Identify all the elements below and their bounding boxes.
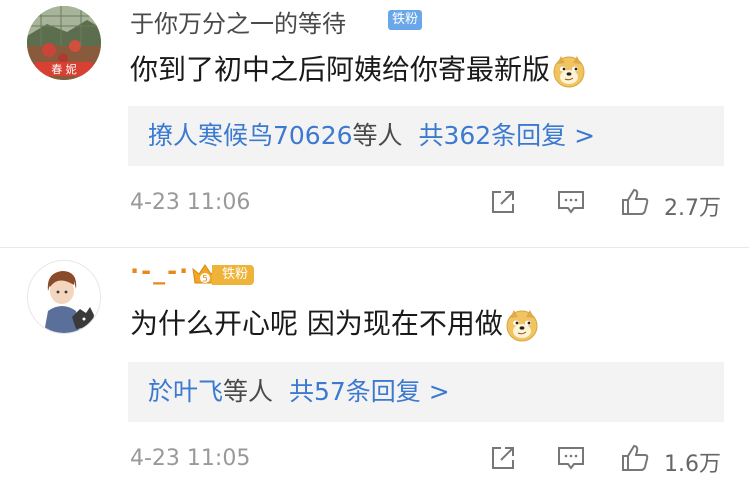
comment-item: ·-_-· 5 铁粉 为什么开心呢 因为现在不用做 於叶飞等人 共57条回复 >… [0,255,749,500]
comment-text: 为什么开心呢 因为现在不用做 [130,302,539,342]
avatar-caption: 春 妮 [51,62,77,76]
reply-etc: 等人 [223,377,274,406]
comment-text: 你到了初中之后阿姨给你寄最新版 [130,48,586,88]
share-icon[interactable] [488,187,518,217]
reply-etc: 等人 [352,121,403,150]
timestamp: 4-23 11:06 [130,190,251,215]
doge-emoji-icon [553,56,585,88]
avatar[interactable] [27,260,101,334]
comment-icon[interactable] [556,187,586,217]
comment-text-content: 为什么开心呢 因为现在不用做 [130,307,503,340]
timestamp: 4-23 11:05 [130,446,251,471]
reply-users[interactable]: 於叶飞 [148,377,223,406]
reply-summary[interactable]: 於叶飞等人 共57条回复 > [128,362,724,422]
comment-icon[interactable] [556,443,586,473]
comment-text-content: 你到了初中之后阿姨给你寄最新版 [130,53,551,86]
like-icon[interactable] [620,443,650,473]
divider [0,247,749,248]
fan-badge-label: 铁粉 [212,265,255,285]
doge-emoji-icon [506,310,538,342]
fan-badge: 铁粉 [388,10,423,30]
username[interactable]: 于你万分之一的等待 [130,4,346,39]
reply-total-link[interactable]: 共57条回复 > [289,377,450,406]
like-icon[interactable] [620,187,650,217]
reply-total-link[interactable]: 共362条回复 > [418,121,595,150]
reply-summary[interactable]: 撩人寒候鸟70626等人 共362条回复 > [128,106,724,166]
svg-text:5: 5 [202,275,208,285]
comment-item: 春 妮 于你万分之一的等待 铁粉 你到了初中之后阿姨给你寄最新版 撩人寒候鸟70… [0,0,749,245]
avatar[interactable]: 春 妮 [27,6,101,80]
like-count: 2.7万 [664,196,721,221]
like-count: 1.6万 [664,452,721,477]
fan-badge: 5 铁粉 [190,261,256,287]
share-icon[interactable] [488,443,518,473]
username[interactable]: ·-_-· [130,257,190,285]
reply-users[interactable]: 撩人寒候鸟70626 [148,121,353,150]
